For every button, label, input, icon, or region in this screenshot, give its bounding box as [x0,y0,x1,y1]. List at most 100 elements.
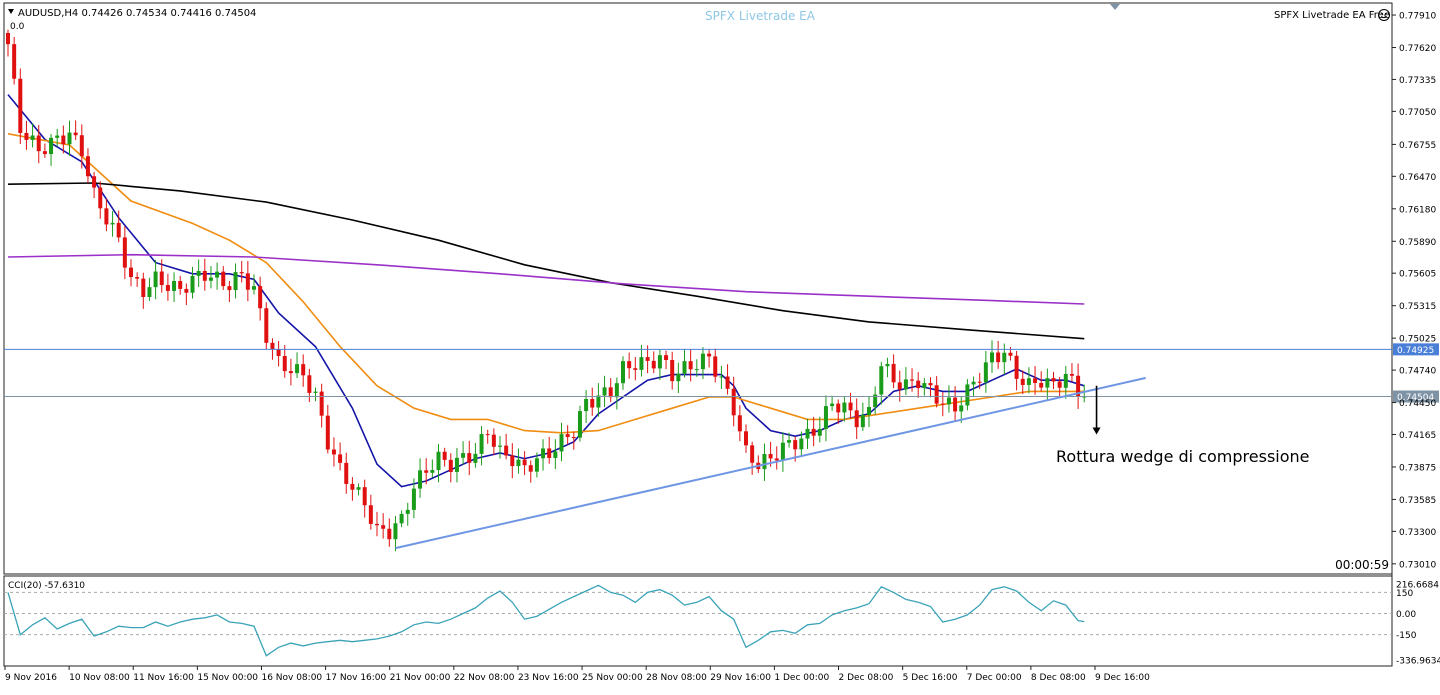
candle-body [73,132,78,136]
candle-body [897,382,902,390]
y-tick-label: 0.76755 [1399,141,1436,151]
y-tick-label: 0.77335 [1399,76,1436,86]
cci-plot-frame [3,575,1393,667]
candle-body [614,383,619,398]
candle-body [768,453,773,459]
candle-body [596,395,601,408]
candle-body [504,445,509,456]
candle-body [344,462,349,484]
candle-body [454,457,459,472]
candle-body [375,523,379,526]
candle-body [288,371,293,374]
candle-body [534,458,539,472]
candle-body [442,451,447,460]
candle-body [1051,378,1056,382]
candle-body [387,528,392,540]
candle-body [731,388,736,416]
candle-body [159,271,164,286]
candle-body [325,415,330,450]
candle-body [590,399,595,408]
candle-body [448,459,453,472]
candle-body [657,355,662,369]
candle-body [338,454,343,463]
candle-body [510,455,515,467]
candle-body [141,278,146,297]
candle-body [1039,382,1044,388]
y-tick-label: 0.74450 [1399,399,1436,409]
candle-body [165,285,170,291]
symbol-subvalue: 0.0 [10,22,25,32]
candle-body [172,281,177,291]
candle-body [996,352,1001,363]
candle-body [774,458,779,461]
candle-body [24,132,29,140]
candle-body [608,387,613,398]
cci-tick-label: -150 [1396,631,1417,641]
chart-svg[interactable]: 0.749250.74504 216.66841500.00-150-336.9… [0,0,1440,690]
y-tick-label: 0.76470 [1399,173,1436,183]
candle-body [639,357,644,370]
y-tick-label: 0.77050 [1399,108,1436,118]
x-tick-label: 1 Dec 00:00 [774,673,829,683]
candle-body [1026,378,1031,385]
candle-body [602,387,607,396]
x-tick-label: 2 Dec 08:00 [839,673,894,683]
candle-body [787,440,792,443]
candle [18,68,23,144]
candle-body [559,434,564,452]
candle-body [621,361,625,384]
candle-body [842,402,847,413]
smiley-eye-right [1385,12,1387,15]
y-tick-label: 0.75890 [1399,238,1436,248]
candle-body [971,381,976,385]
candle-body [356,487,361,490]
y-tick-label: 0.75025 [1399,335,1436,345]
candle-body [36,135,41,152]
x-tick-label: 22 Nov 08:00 [454,673,515,683]
candle-body [467,453,472,463]
x-tick-label: 23 Nov 16:00 [518,673,579,683]
y-tick-label: 0.77910 [1399,12,1436,22]
x-tick-label: 16 Nov 08:00 [261,673,322,683]
candle-body [239,272,244,274]
x-tick-label: 5 Dec 16:00 [903,673,958,683]
candle-body [430,470,435,473]
candle-body [854,410,859,428]
candle-body [1033,378,1038,383]
x-tick-label: 29 Nov 16:00 [710,673,771,683]
candle-body [707,353,712,357]
candle-body [116,222,121,238]
candle-body [571,437,576,439]
candle-body [1002,352,1007,363]
candle-body [436,451,441,471]
candle-body [252,286,256,290]
candle-body [860,414,865,428]
candle-body [627,361,632,369]
y-tick-label: 0.73585 [1399,496,1436,506]
candle-body [473,453,478,463]
candle-body [750,445,755,463]
candle-body [258,286,263,309]
candle-body [910,379,915,381]
candle-body [565,434,570,438]
candle-body [891,363,896,383]
x-tick-label: 15 Nov 00:00 [197,673,258,683]
candle-body [196,270,201,276]
candle-body [830,403,835,407]
candle-body [959,405,964,412]
candle-body [129,267,133,278]
candle-body [934,385,939,404]
candle-body [867,407,871,415]
candle-body [633,368,638,370]
y-tick-label: 0.77620 [1399,44,1436,54]
cci-tick-label: 150 [1396,589,1413,599]
candle-body [584,399,589,412]
candle-body [990,352,994,363]
candle-body [418,470,423,489]
candle-body [1008,352,1013,356]
candle-body [541,448,546,459]
candle-body [61,135,66,145]
x-tick-label: 25 Nov 00:00 [582,673,643,683]
candle-body [547,448,552,458]
candle [264,302,269,350]
